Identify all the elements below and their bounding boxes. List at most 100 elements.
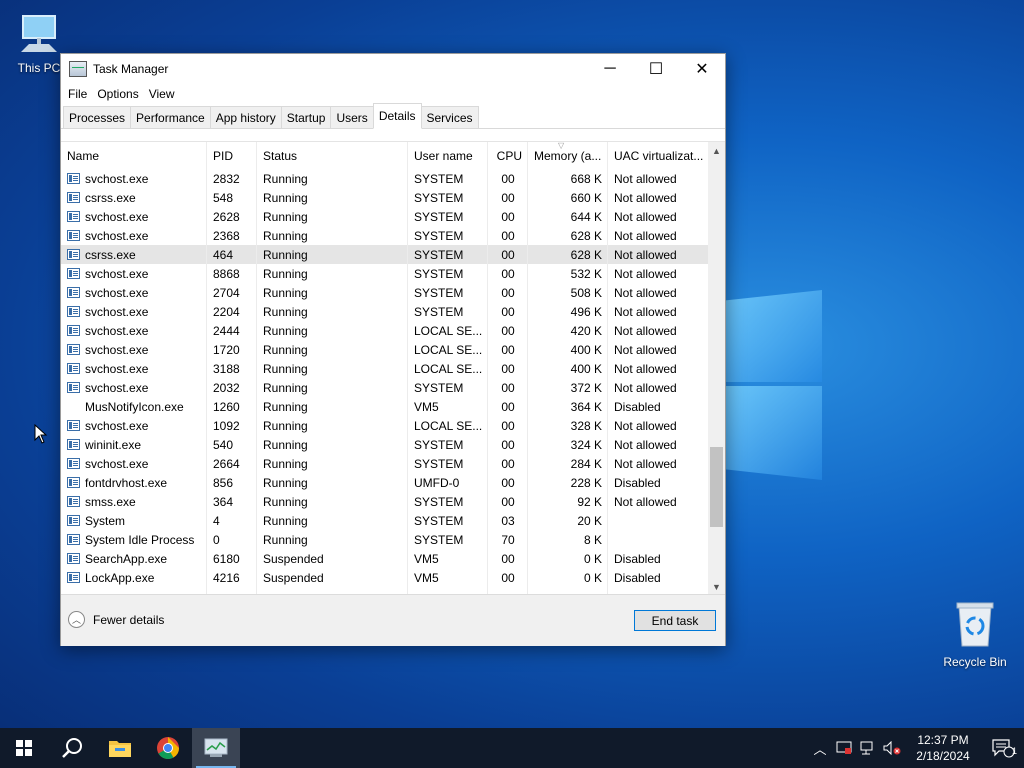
- table-row[interactable]: svchost.exe 2444 Running LOCAL SE... 00 420 K…: [61, 321, 708, 340]
- tab-services[interactable]: Services: [420, 106, 479, 128]
- tab-startup[interactable]: Startup: [280, 106, 332, 128]
- tab-users[interactable]: Users: [330, 106, 374, 128]
- table-row[interactable]: svchost.exe 2664 Running SYSTEM 00 284 K Not a…: [61, 454, 708, 473]
- cell-cpu: 00: [488, 283, 528, 302]
- cell-text: Running: [263, 266, 308, 281]
- close-button[interactable]: ✕: [679, 54, 725, 84]
- table-row[interactable]: svchost.exe 2628 Running SYSTEM 00 644 K Not a…: [61, 207, 708, 226]
- column-header-user-name[interactable]: User name: [408, 142, 488, 169]
- tab-app-history[interactable]: App history: [209, 106, 282, 128]
- end-task-button[interactable]: End task: [634, 610, 716, 631]
- table-row[interactable]: wininit.exe 540 Running SYSTEM 00 324 K Not al…: [61, 435, 708, 454]
- table-row[interactable]: svchost.exe 1092 Running LOCAL SE... 00 328 K…: [61, 416, 708, 435]
- vertical-scrollbar[interactable]: ▲ ▼: [708, 142, 725, 595]
- network-icon[interactable]: [856, 741, 880, 755]
- menu-view[interactable]: View: [146, 87, 182, 101]
- cell-text: 6180: [213, 551, 240, 566]
- cell-cpu: 00: [488, 245, 528, 264]
- fewer-details-toggle[interactable]: ︿ Fewer details: [68, 611, 164, 628]
- cell-text: SYSTEM: [414, 171, 464, 186]
- cell-name: wininit.exe: [61, 435, 207, 454]
- cell-uac: Not allowed: [608, 264, 708, 283]
- table-row[interactable]: svchost.exe 2368 Running SYSTEM 00 628 K Not a…: [61, 226, 708, 245]
- volume-muted-icon[interactable]: [880, 741, 904, 755]
- table-row[interactable]: svchost.exe 1720 Running LOCAL SE... 00 400 K…: [61, 340, 708, 359]
- table-row[interactable]: SearchApp.exe 6180 Suspended VM5 00 0 K Disabl…: [61, 549, 708, 568]
- minimize-button[interactable]: ─: [587, 54, 633, 84]
- table-row[interactable]: csrss.exe 464 Running SYSTEM 00 628 K Not allo…: [61, 245, 708, 264]
- maximize-button[interactable]: ☐: [633, 54, 679, 84]
- task-manager-taskbar-button[interactable]: [192, 728, 240, 768]
- cell-text: 0: [213, 532, 220, 547]
- desktop-icon-recycle-bin[interactable]: Recycle Bin: [940, 600, 1010, 669]
- cell-text: svchost.exe: [85, 456, 149, 471]
- column-separator: [407, 142, 408, 595]
- cell-text: Running: [263, 209, 308, 224]
- scroll-up-arrow-icon[interactable]: ▲: [708, 142, 725, 159]
- scroll-down-arrow-icon[interactable]: ▼: [708, 578, 725, 595]
- table-row[interactable]: svchost.exe 2204 Running SYSTEM 00 496 K Not a…: [61, 302, 708, 321]
- cell-text: wininit.exe: [85, 437, 142, 452]
- table-row[interactable]: csrss.exe 548 Running SYSTEM 00 660 K Not allo…: [61, 188, 708, 207]
- cell-text: Running: [263, 361, 308, 376]
- cell-user: LOCAL SE...: [408, 340, 488, 359]
- chrome-button[interactable]: [144, 728, 192, 768]
- start-button[interactable]: [0, 728, 48, 768]
- cell-uac: Not allowed: [608, 283, 708, 302]
- cell-name: SearchApp.exe: [61, 549, 207, 568]
- tab-processes[interactable]: Processes: [63, 106, 132, 128]
- cell-text: 464: [213, 247, 234, 262]
- cell-text: LockApp.exe: [85, 570, 155, 585]
- scrollbar-thumb[interactable]: [710, 447, 723, 528]
- menu-options[interactable]: Options: [94, 87, 145, 101]
- column-header-uac[interactable]: UAC virtualizat...: [608, 142, 708, 169]
- table-row[interactable]: System Idle Process 0 Running SYSTEM 70 8 K: [61, 530, 708, 549]
- table-row[interactable]: svchost.exe 8868 Running SYSTEM 00 532 K Not a…: [61, 264, 708, 283]
- clock[interactable]: 12:37 PM 2/18/2024: [904, 732, 982, 764]
- cell-name: svchost.exe: [61, 207, 207, 226]
- action-center-button[interactable]: 1: [982, 738, 1024, 758]
- cell-text: Not allowed: [614, 323, 677, 338]
- table-row[interactable]: MusNotifyIcon.exe 1260 Running VM5 00 364 K Di…: [61, 397, 708, 416]
- search-button[interactable]: [48, 728, 96, 768]
- table-row[interactable]: LockApp.exe 4216 Suspended VM5 00 0 K Disabled: [61, 568, 708, 587]
- table-row[interactable]: svchost.exe 2704 Running SYSTEM 00 508 K Not a…: [61, 283, 708, 302]
- column-header-memory[interactable]: ▽ Memory (a...: [528, 142, 608, 169]
- tab-performance[interactable]: Performance: [130, 106, 211, 128]
- column-header-pid[interactable]: PID: [207, 142, 257, 169]
- cell-text: SYSTEM: [414, 304, 464, 319]
- cell-text: 00: [501, 399, 515, 414]
- table-row[interactable]: svchost.exe 2032 Running SYSTEM 00 372 K Not a…: [61, 378, 708, 397]
- column-header-cpu[interactable]: CPU: [488, 142, 528, 169]
- title-bar[interactable]: Task Manager ─ ☐ ✕: [61, 54, 725, 84]
- cell-text: SYSTEM: [414, 437, 464, 452]
- table-row[interactable]: svchost.exe 2832 Running SYSTEM 00 668 K Not a…: [61, 169, 708, 188]
- cell-text: 508 K: [570, 285, 602, 300]
- menu-file[interactable]: File: [65, 87, 94, 101]
- cell-user: SYSTEM: [408, 302, 488, 321]
- cell-text: LOCAL SE...: [414, 418, 483, 433]
- cell-status: Running: [257, 207, 408, 226]
- computer-icon: [4, 10, 74, 57]
- cell-text: LOCAL SE...: [414, 323, 483, 338]
- cell-text: Not allowed: [614, 304, 677, 319]
- tab-details[interactable]: Details: [372, 103, 422, 129]
- file-explorer-button[interactable]: [96, 728, 144, 768]
- table-row[interactable]: svchost.exe 3188 Running LOCAL SE... 00 400 K…: [61, 359, 708, 378]
- cell-status: Running: [257, 226, 408, 245]
- column-header-status[interactable]: Status: [257, 142, 408, 169]
- column-separator: [256, 142, 257, 595]
- chevron-up-icon[interactable]: ︿: [808, 739, 832, 758]
- security-icon[interactable]: [832, 741, 856, 755]
- table-row[interactable]: smss.exe 364 Running SYSTEM 00 92 K Not allowe…: [61, 492, 708, 511]
- table-row[interactable]: fontdrvhost.exe 856 Running UMFD-0 00 228 K Di…: [61, 473, 708, 492]
- cell-uac: Not allowed: [608, 207, 708, 226]
- cell-text: VM5: [414, 399, 439, 414]
- column-header-name[interactable]: Name: [61, 142, 207, 169]
- cell-cpu: 00: [488, 397, 528, 416]
- cell-text: svchost.exe: [85, 266, 149, 281]
- process-icon: [67, 420, 80, 431]
- cell-pid: 856: [207, 473, 257, 492]
- cell-user: SYSTEM: [408, 188, 488, 207]
- table-row[interactable]: System 4 Running SYSTEM 03 20 K: [61, 511, 708, 530]
